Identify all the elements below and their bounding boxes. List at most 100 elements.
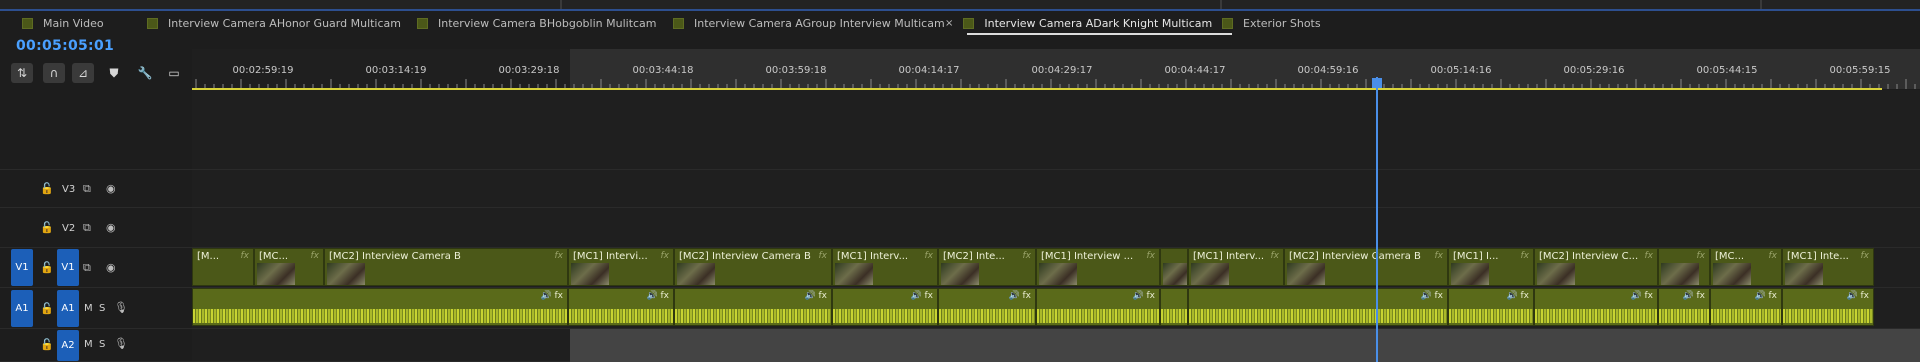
track-v3[interactable] [192, 170, 1920, 208]
audio-clip[interactable]: 🔊 fx [1782, 288, 1874, 326]
audio-waveform [1161, 309, 1187, 323]
sync-lock-icon[interactable]: ⧉ [83, 261, 91, 275]
eye-icon[interactable]: ◉ [106, 182, 116, 196]
sequence-color-swatch [417, 17, 428, 29]
audio-waveform [1711, 309, 1781, 323]
clip-thumbnail [1661, 263, 1699, 285]
video-clip[interactable]: [MC2] Inte... fx [938, 248, 1036, 286]
clip-thumbnail [327, 263, 365, 285]
microphone-icon[interactable]: 🎙 [114, 337, 128, 351]
close-icon[interactable]: × [945, 18, 953, 29]
sync-lock-icon[interactable]: ⧉ [83, 221, 91, 235]
track-header-spacer [0, 90, 192, 170]
timeline-header: 00:05:05:01 ⇅ ∩ ⊿ ⛊ 🔧 ▭ [0, 35, 192, 90]
playhead-line[interactable] [1376, 77, 1378, 362]
eye-icon[interactable]: ◉ [106, 221, 116, 235]
lock-icon[interactable]: 🔓 [40, 338, 54, 352]
video-clip[interactable]: fx [1658, 248, 1710, 286]
video-clip[interactable] [1160, 248, 1188, 286]
mute-button[interactable]: M [84, 303, 93, 314]
track-a1[interactable]: 🔊 fx 🔊 fx 🔊 fx 🔊 fx 🔊 fx 🔊 fx 🔊 fx 🔊 fx … [192, 288, 1920, 329]
eye-icon[interactable]: ◉ [106, 261, 116, 275]
solo-button[interactable]: S [99, 339, 105, 350]
audio-clip[interactable]: 🔊 fx [1710, 288, 1782, 326]
ruler-tick-label: 00:04:44:17 [1164, 65, 1226, 76]
track-header-a2: 🔓 A2 M S 🎙 [0, 329, 192, 362]
wrench-icon[interactable]: 🔧 [134, 63, 156, 83]
tab-group-interview-multicam[interactable]: Interview Camera AGroup Interview Multic… [673, 11, 945, 35]
source-patch-a1[interactable]: A1 [11, 290, 33, 327]
marker-icon[interactable]: ⛊ [103, 63, 125, 83]
video-clip[interactable]: [M... fx [192, 248, 254, 286]
tab-exterior-shots[interactable]: Exterior Shots [1222, 11, 1321, 35]
lock-icon[interactable]: 🔓 [40, 261, 54, 275]
track-v1[interactable]: [M... fx [MC... fx [MC2] Interview Camera … [192, 248, 1920, 288]
ruler-tick-label: 00:04:29:17 [1031, 65, 1093, 76]
lock-icon[interactable]: 🔓 [40, 221, 54, 235]
audio-clip[interactable]: 🔊 fx [568, 288, 674, 326]
track-header-v1: V1 🔓 V1 ⧉ ◉ [0, 248, 192, 288]
video-clip[interactable]: [MC2] Interview C... fx [1534, 248, 1658, 286]
video-clip[interactable]: [MC2] Interview Camera Bfx [674, 248, 832, 286]
audio-waveform [569, 309, 673, 323]
mute-button[interactable]: M [84, 339, 93, 350]
video-clip[interactable]: [MC2] Interview Camera Bfx [1284, 248, 1448, 286]
video-clip[interactable]: [MC1] I... fx [1448, 248, 1534, 286]
playhead-timecode[interactable]: 00:05:05:01 [16, 38, 114, 54]
video-clip[interactable]: [MC1] Interv... fx [832, 248, 938, 286]
lock-icon[interactable]: 🔓 [40, 182, 54, 196]
video-clip[interactable]: [MC2] Interview Camera Bfx [324, 248, 568, 286]
tab-honor-guard-multicam[interactable]: Interview Camera AHonor Guard Multicam [147, 11, 401, 35]
audio-clip[interactable]: 🔊 fx [674, 288, 832, 326]
audio-clip[interactable]: 🔊 fx [1534, 288, 1658, 326]
active-tab-underline [967, 33, 1233, 35]
snap-magnet-icon[interactable]: ∩ [43, 63, 65, 83]
track-v2[interactable] [192, 208, 1920, 248]
audio-clip[interactable]: 🔊 fx [832, 288, 938, 326]
source-patch-v1[interactable]: V1 [11, 249, 33, 286]
track-target-a1[interactable]: A1 [57, 290, 79, 327]
clip-thumbnail [1287, 263, 1325, 285]
tab-dark-knight-multicam[interactable]: ×Interview Camera ADark Knight Multicam≡ [945, 11, 1233, 35]
video-clip[interactable]: [MC1] Interview ... fx [1036, 248, 1160, 286]
audio-waveform [1449, 309, 1533, 323]
lock-icon[interactable]: 🔓 [40, 302, 54, 316]
audio-clip[interactable]: 🔊 fx [938, 288, 1036, 326]
clip-thumbnail [571, 263, 609, 285]
insert-overwrite-icon[interactable]: ⇅ [11, 63, 33, 83]
video-clip[interactable]: [MC1] Intervi... fx [568, 248, 674, 286]
audio-clip[interactable]: 🔊 fx [192, 288, 568, 326]
captions-icon[interactable]: ▭ [163, 63, 185, 83]
audio-clip[interactable] [1160, 288, 1188, 326]
video-clip[interactable]: [MC... fx [254, 248, 324, 286]
clip-thumbnail [677, 263, 715, 285]
audio-clip[interactable]: 🔊 fx [1658, 288, 1710, 326]
ruler-tick-label: 00:03:59:18 [765, 65, 827, 76]
sequence-color-swatch [963, 17, 975, 29]
ruler-tick-label: 00:05:59:15 [1829, 65, 1891, 76]
audio-clip[interactable]: 🔊 fx [1188, 288, 1448, 326]
sync-lock-icon[interactable]: ⧉ [83, 182, 91, 196]
track-a2[interactable] [192, 329, 1920, 362]
microphone-icon[interactable]: 🎙 [114, 301, 128, 315]
audio-clip[interactable]: 🔊 fx [1036, 288, 1160, 326]
clip-thumbnail [941, 263, 979, 285]
tab-main-video[interactable]: Main Video [22, 11, 104, 35]
tab-hobgoblin-multicam[interactable]: Interview Camera BHobgoblin Mulitcam [417, 11, 657, 35]
video-clip[interactable]: [MC... fx [1710, 248, 1782, 286]
track-target-v1[interactable]: V1 [57, 249, 79, 286]
audio-waveform [675, 309, 831, 323]
clip-thumbnail [1191, 263, 1229, 285]
sequence-color-swatch [22, 17, 33, 29]
ruler-tick-label: 00:05:14:16 [1430, 65, 1492, 76]
audio-clip[interactable]: 🔊 fx [1448, 288, 1534, 326]
track-target-a2[interactable]: A2 [57, 330, 79, 361]
ruler-tick-label: 00:04:59:16 [1297, 65, 1359, 76]
audio-waveform [833, 309, 937, 323]
video-clip[interactable]: [MC1] Inte... fx [1782, 248, 1874, 286]
video-clip[interactable]: [MC1] Interv... fx [1188, 248, 1284, 286]
clip-thumbnail [1537, 263, 1575, 285]
time-ruler[interactable]: 00:02:59:19 00:03:14:19 00:03:29:18 00:0… [192, 49, 1920, 89]
linked-selection-icon[interactable]: ⊿ [72, 63, 94, 83]
solo-button[interactable]: S [99, 303, 105, 314]
